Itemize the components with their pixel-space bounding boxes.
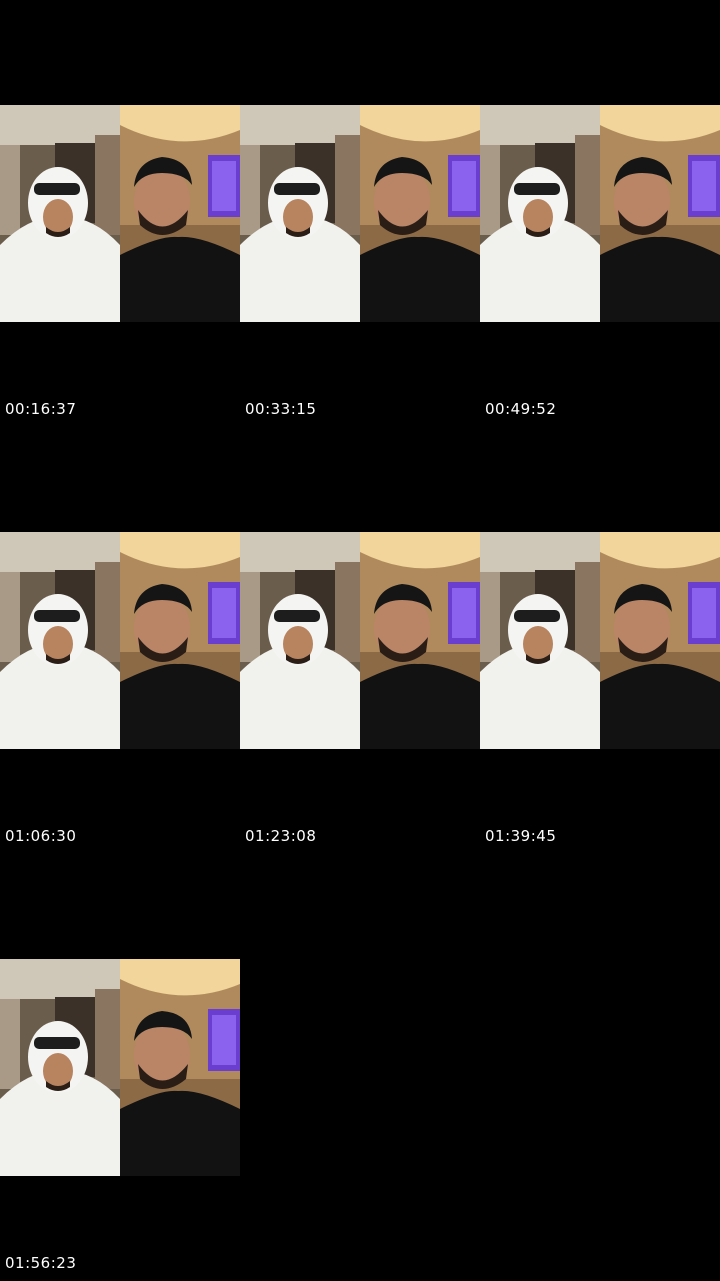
participant-right-image xyxy=(360,105,480,322)
frame-cell[interactable]: 01:56:23 xyxy=(0,854,240,1281)
frame-timestamp: 01:23:08 xyxy=(245,827,317,845)
participant-left-image xyxy=(240,105,360,322)
frame-timestamp: 00:33:15 xyxy=(245,400,317,418)
participant-left-image xyxy=(0,532,120,749)
video-thumbnail[interactable] xyxy=(480,532,720,749)
participant-left-image xyxy=(480,532,600,749)
frame-cell[interactable]: 01:06:30 xyxy=(0,427,240,854)
frame-cell[interactable]: 00:16:37 xyxy=(0,0,240,427)
participant-left-image xyxy=(0,959,120,1176)
participant-right-image xyxy=(120,532,240,749)
frame-timestamp: 01:39:45 xyxy=(485,827,557,845)
participant-right-image xyxy=(600,105,720,322)
frame-cell[interactable]: 01:39:45 xyxy=(480,427,720,854)
participant-right-image xyxy=(120,959,240,1176)
video-thumbnail[interactable] xyxy=(240,532,480,749)
video-thumbnail[interactable] xyxy=(0,105,240,322)
frame-cell[interactable]: 00:49:52 xyxy=(480,0,720,427)
participant-right-image xyxy=(360,532,480,749)
participant-left-image xyxy=(480,105,600,322)
frame-timestamp: 01:56:23 xyxy=(5,1254,77,1272)
frame-timestamp: 01:06:30 xyxy=(5,827,77,845)
frame-timestamp: 00:16:37 xyxy=(5,400,77,418)
participant-right-image xyxy=(600,532,720,749)
frame-timestamp: 00:49:52 xyxy=(485,400,557,418)
frame-cell[interactable]: 01:23:08 xyxy=(240,427,480,854)
frame-cell[interactable]: 00:33:15 xyxy=(240,0,480,427)
video-thumbnail[interactable] xyxy=(480,105,720,322)
video-thumbnail[interactable] xyxy=(240,105,480,322)
participant-left-image xyxy=(240,532,360,749)
video-thumbnail[interactable] xyxy=(0,532,240,749)
participant-right-image xyxy=(120,105,240,322)
contact-sheet-grid: 00:16:37 00:33:15 00:49:52 01:06:30 01:2… xyxy=(0,0,720,1281)
video-thumbnail[interactable] xyxy=(0,959,240,1176)
participant-left-image xyxy=(0,105,120,322)
